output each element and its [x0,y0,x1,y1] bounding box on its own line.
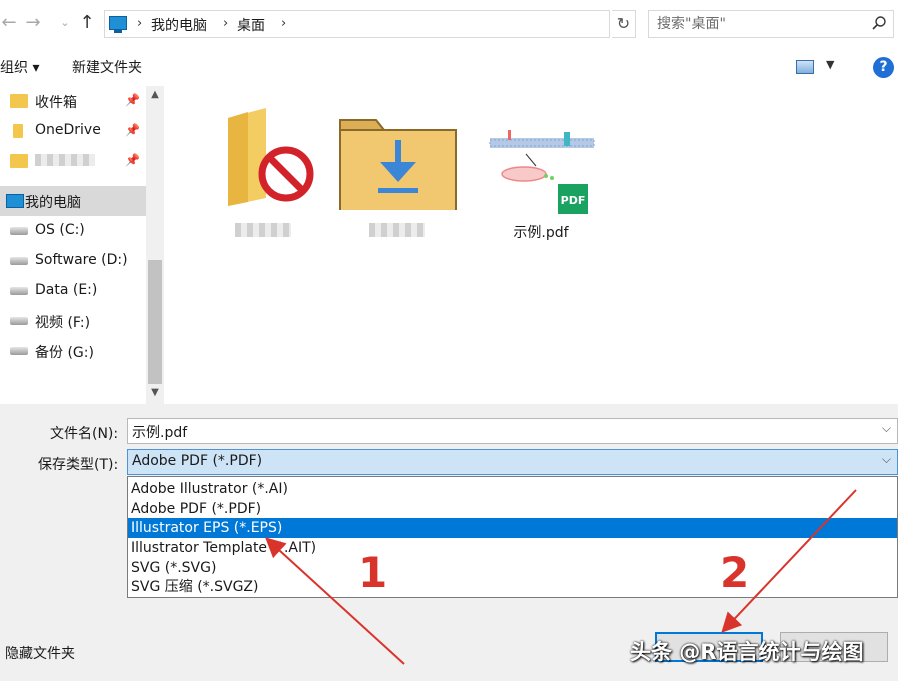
sidebar-item-blurred[interactable]: 📌 [0,146,146,176]
drive-icon [10,257,28,265]
drive-icon [10,227,28,235]
address-bar-row: ← → ⌄ ↑ › 我的电脑 › 桌面 › ⌵ ↻ [0,0,898,48]
sidebar-scrollbar[interactable]: ▲ ▼ [146,86,164,404]
chevron-down-icon[interactable]: ⌵ [882,421,891,436]
back-arrow-icon[interactable]: ← [0,12,18,34]
recent-locations-chevron-icon[interactable]: ⌄ [56,12,74,34]
file-item-pdf[interactable]: PDF 示例.pdf [476,98,606,248]
sidebar-item-label: Data (E:) [35,282,98,298]
new-folder-button[interactable]: 新建文件夹 [72,57,142,77]
sidebar-item-label: 备份 (G:) [35,345,94,361]
drive-icon [10,317,28,325]
help-icon[interactable]: ? [873,57,894,78]
sidebar-item-label: 收件箱 [35,95,77,111]
sidebar-item-label: Software (D:) [35,252,128,268]
pin-icon[interactable]: 📌 [125,153,140,167]
blurred-text [235,223,291,237]
navigation-pane: 收件箱 📌 OneDrive 📌 📌 我的电脑 OS (C:) Software… [0,86,146,404]
sidebar-item-label: 视频 (F:) [35,315,91,331]
sidebar-item-label: OneDrive [35,122,101,138]
sidebar-item-drive-f[interactable]: 视频 (F:) [0,306,146,336]
search-box[interactable] [648,10,894,38]
file-name: 示例.pdf [513,225,569,241]
search-input[interactable] [649,11,859,37]
blocked-folder-icon [228,108,314,206]
chevron-down-icon[interactable]: ⌵ [882,452,891,467]
sidebar-item-drive-e[interactable]: Data (E:) [0,276,146,306]
file-name-blurred [332,222,462,238]
breadcrumb-separator-icon[interactable]: › [137,16,142,31]
dropdown-option[interactable]: Adobe Illustrator (*.AI) [128,479,897,499]
filename-value: 示例.pdf [132,425,188,441]
file-item[interactable] [332,98,462,248]
hide-folders-toggle[interactable]: 隐藏文件夹 [5,643,75,663]
dropdown-option[interactable]: SVG 压缩 (*.SVGZ) [128,577,897,597]
downloads-folder-icon [339,119,457,210]
file-list-area: PDF 示例.pdf [164,86,898,404]
breadcrumb-desktop[interactable]: 桌面 [237,15,265,35]
sidebar-item-inbox[interactable]: 收件箱 📌 [0,86,146,116]
watermark-text: 头条 @R语言统计与绘图 [630,640,864,664]
filename-label: 文件名(N): [50,426,119,442]
blurred-text [35,154,95,166]
sidebar-item-drive-c[interactable]: OS (C:) [0,216,146,246]
file-type-dropdown-list: Adobe Illustrator (*.AI) Adobe PDF (*.PD… [127,476,898,598]
toolbar: 组织 ▾ 新建文件夹 ▼ ? [0,48,898,86]
breadcrumb-separator-icon[interactable]: › [281,16,286,31]
scroll-up-icon[interactable]: ▲ [146,86,164,104]
blocked-folder-icon [10,154,28,168]
file-type-value: Adobe PDF (*.PDF) [132,453,263,469]
file-name-blurred [198,222,328,238]
file-item[interactable] [198,98,328,248]
blurred-text [369,223,425,237]
breadcrumb-separator-icon[interactable]: › [223,16,228,31]
dropdown-option[interactable]: Adobe PDF (*.PDF) [128,499,897,519]
sidebar-item-drive-g[interactable]: 备份 (G:) [0,336,146,366]
dropdown-option[interactable]: Illustrator Template (*.AIT) [128,538,897,558]
sidebar-item-label-blurred [35,152,95,168]
up-arrow-icon[interactable]: ↑ [78,12,96,34]
dropdown-option-highlighted[interactable]: Illustrator EPS (*.EPS) [128,518,897,538]
sidebar-item-label: 我的电脑 [25,195,81,211]
address-path-box[interactable]: › 我的电脑 › 桌面 › ⌵ [104,10,703,38]
search-icon[interactable] [871,15,887,31]
change-view-icon[interactable] [796,60,814,74]
sidebar-item-label: OS (C:) [35,222,85,238]
sidebar-item-my-computer[interactable]: 我的电脑 [0,186,146,216]
annotation-marker-2: 2 [720,548,750,597]
pdf-file-icon: PDF [489,130,595,214]
sidebar-item-onedrive[interactable]: OneDrive 📌 [0,116,146,146]
svg-text:PDF: PDF [561,194,586,207]
onedrive-folder-icon [13,124,23,138]
pin-icon[interactable]: 📌 [125,93,140,107]
breadcrumb-my-computer[interactable]: 我的电脑 [151,15,207,35]
organize-button[interactable]: 组织 ▾ [0,57,39,77]
forward-arrow-icon[interactable]: → [24,12,42,34]
file-type-select[interactable]: Adobe PDF (*.PDF) ⌵ [127,449,898,475]
view-options-chevron-icon[interactable]: ▼ [826,58,834,71]
file-type-label: 保存类型(T): [38,457,119,473]
sidebar-item-drive-d[interactable]: Software (D:) [0,246,146,276]
filename-field[interactable]: 示例.pdf ⌵ [127,418,898,444]
annotation-marker-1: 1 [358,548,388,597]
drive-icon [10,287,28,295]
scrollbar-thumb[interactable] [148,260,162,384]
scroll-down-icon[interactable]: ▼ [146,384,164,402]
inbox-folder-icon [10,94,28,108]
computer-icon [6,194,24,208]
computer-icon [109,16,127,33]
pin-icon[interactable]: 📌 [125,123,140,137]
refresh-icon[interactable]: ↻ [612,10,636,38]
dropdown-option[interactable]: SVG (*.SVG) [128,558,897,578]
drive-icon [10,347,28,355]
